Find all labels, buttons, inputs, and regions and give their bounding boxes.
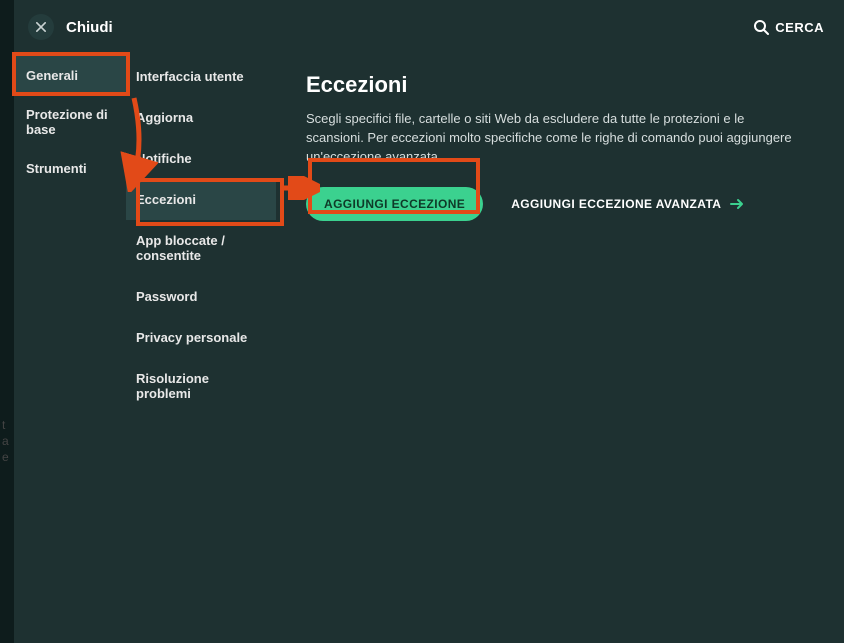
sub-privacy-personale[interactable]: Privacy personale xyxy=(126,317,276,358)
sub-interfaccia-utente[interactable]: Interfaccia utente xyxy=(126,56,276,97)
category-column: Generali Protezione di base Strumenti xyxy=(14,50,126,643)
sub-eccezioni[interactable]: Eccezioni xyxy=(126,179,276,220)
bg-ghost-text: a xyxy=(2,434,9,448)
close-group[interactable]: Chiudi xyxy=(28,14,113,40)
arrow-right-icon xyxy=(729,196,745,212)
close-label: Chiudi xyxy=(66,19,113,36)
sub-aggiorna[interactable]: Aggiorna xyxy=(126,97,276,138)
sub-password[interactable]: Password xyxy=(126,276,276,317)
sub-notifiche[interactable]: Notifiche xyxy=(126,138,276,179)
category-generali[interactable]: Generali xyxy=(14,56,126,95)
window-left-strip: t a e xyxy=(0,0,14,643)
sub-risoluzione-problemi[interactable]: Risoluzione problemi xyxy=(126,358,276,414)
page-title: Eccezioni xyxy=(306,72,814,98)
search-icon xyxy=(753,19,769,35)
add-advanced-exception-label: AGGIUNGI ECCEZIONE AVANZATA xyxy=(511,197,721,211)
search-button[interactable]: CERCA xyxy=(753,19,824,35)
search-label: CERCA xyxy=(775,20,824,35)
close-icon[interactable] xyxy=(28,14,54,40)
bg-ghost-text: t xyxy=(2,418,5,432)
top-bar: Chiudi CERCA xyxy=(14,0,844,50)
category-strumenti[interactable]: Strumenti xyxy=(14,149,126,188)
button-row: AGGIUNGI ECCEZIONE AGGIUNGI ECCEZIONE AV… xyxy=(306,187,814,221)
category-protezione-di-base[interactable]: Protezione di base xyxy=(14,95,126,149)
bg-ghost-text: e xyxy=(2,450,9,464)
add-advanced-exception-button[interactable]: AGGIUNGI ECCEZIONE AVANZATA xyxy=(511,196,745,212)
subcategory-column: Interfaccia utente Aggiorna Notifiche Ec… xyxy=(126,50,276,643)
settings-panel: Chiudi CERCA Generali Protezione di base… xyxy=(14,0,844,643)
page-description: Scegli specifici file, cartelle o siti W… xyxy=(306,110,796,167)
settings-body: Generali Protezione di base Strumenti In… xyxy=(14,50,844,643)
add-exception-button[interactable]: AGGIUNGI ECCEZIONE xyxy=(306,187,483,221)
sub-app-bloccate-consentite[interactable]: App bloccate / consentite xyxy=(126,220,276,276)
content-area: Eccezioni Scegli specifici file, cartell… xyxy=(276,50,844,643)
